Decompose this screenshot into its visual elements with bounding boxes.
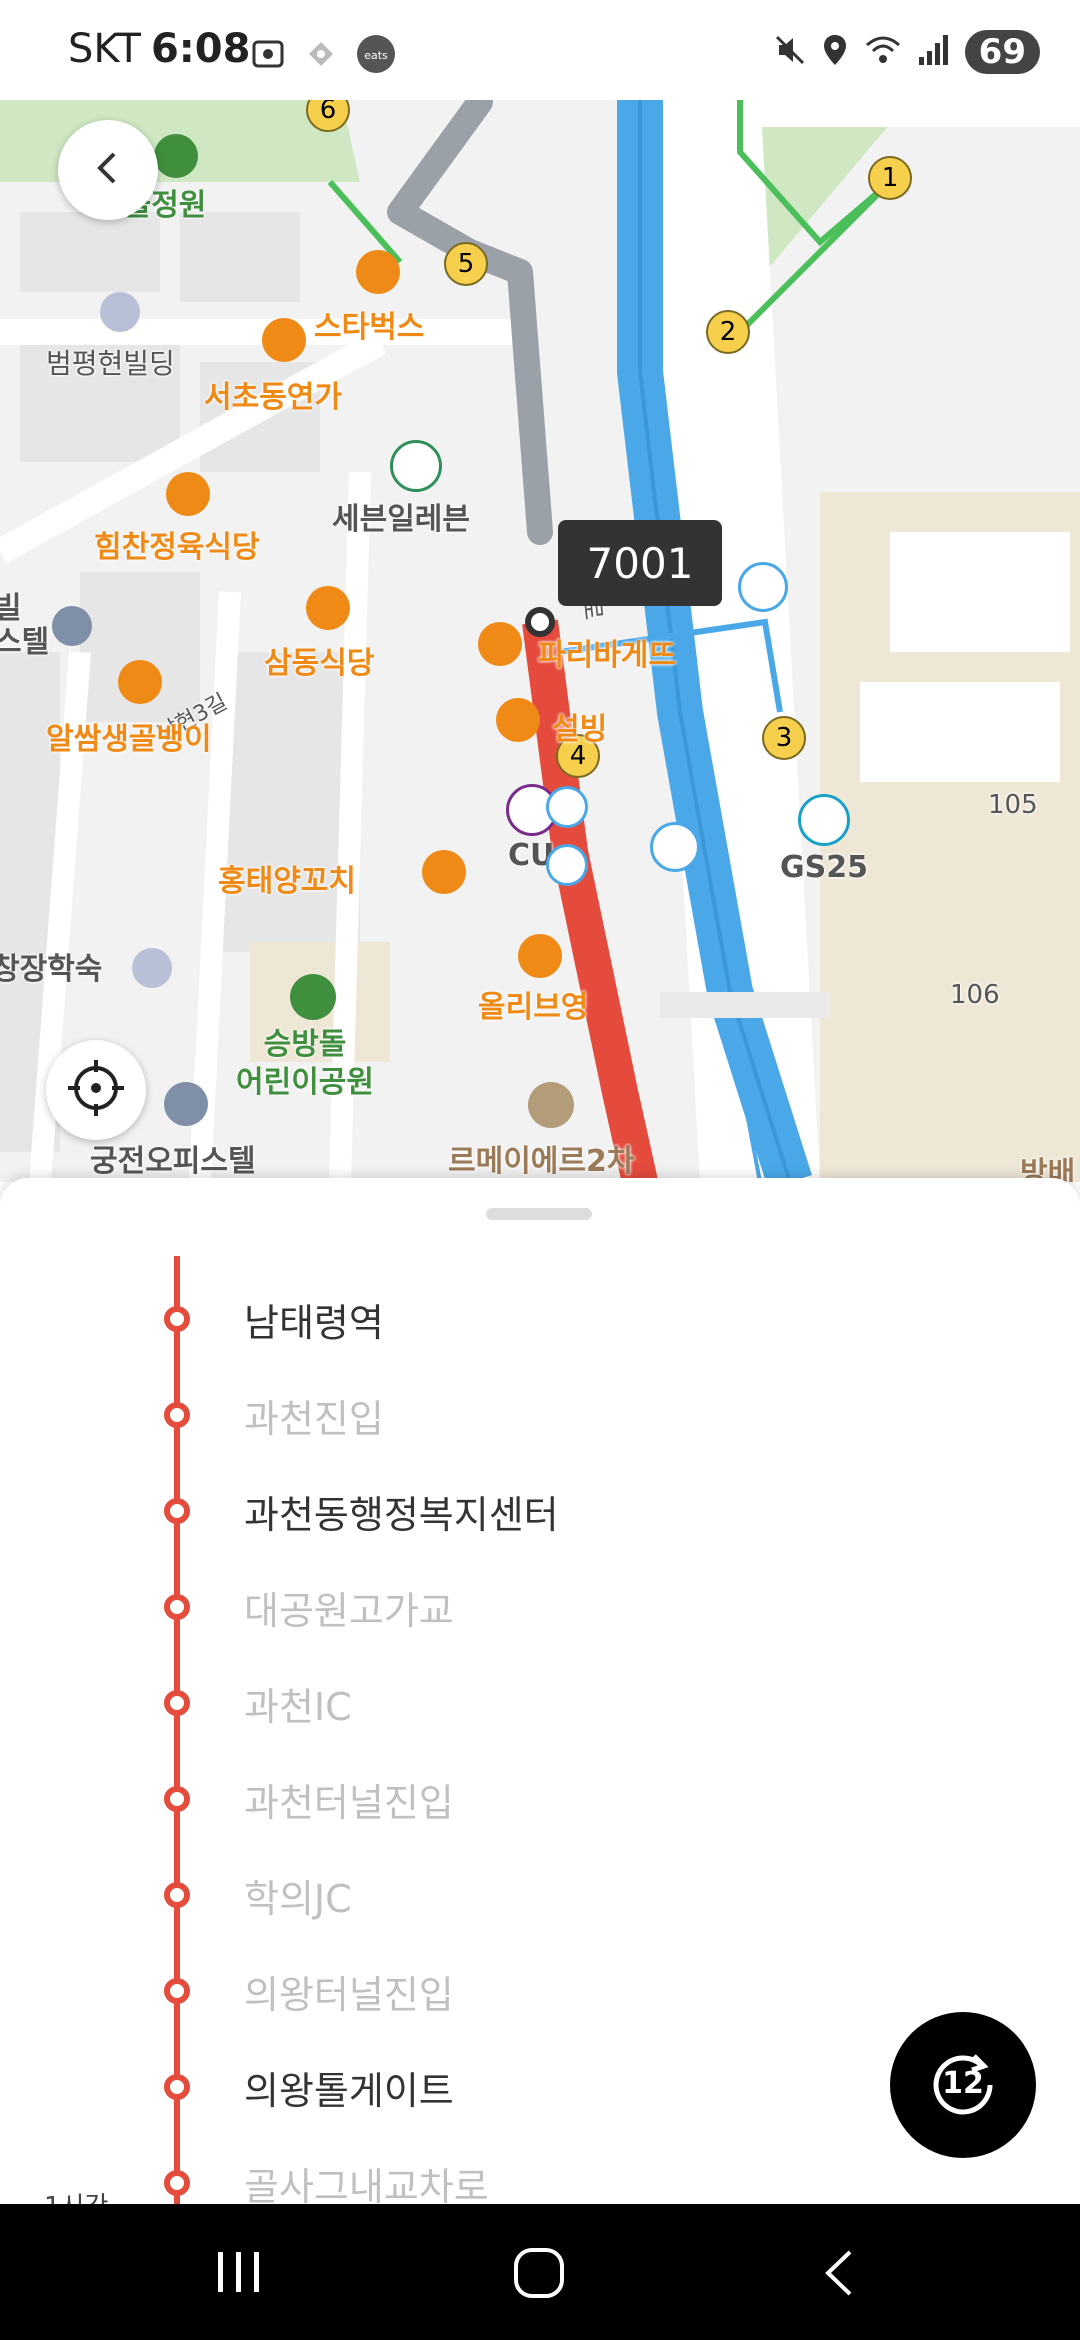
bus-stop-icon[interactable]: [650, 822, 700, 872]
poi-seocho-yeonga[interactable]: 서초동연가: [204, 372, 342, 416]
building-icon: [528, 1082, 574, 1128]
carrier: SKT: [68, 26, 141, 72]
signal-icon: [917, 33, 951, 71]
stop-name: 학의JC: [244, 1877, 352, 1921]
bus-stop-row[interactable]: 과천동행정복지센터: [0, 1470, 1080, 1566]
stop-name: 대공원고가교: [244, 1589, 454, 1633]
restaurant-icon: [118, 660, 162, 704]
stop-dot-icon: [164, 1498, 190, 1524]
chevron-left-icon: [88, 148, 128, 192]
poi-lemeier[interactable]: 르메이에르2차: [448, 1136, 634, 1180]
recent-apps-icon[interactable]: [214, 2248, 264, 2300]
restaurant-icon: [422, 850, 466, 894]
bus-stop-row[interactable]: 남태령역: [0, 1278, 1080, 1374]
svg-text:eats: eats: [364, 49, 388, 62]
poi-gs25[interactable]: GS25: [780, 850, 868, 885]
system-nav-bar: [0, 2204, 1080, 2340]
poi-sulbing[interactable]: 설빙: [552, 704, 607, 748]
bus-stop-icon[interactable]: [738, 562, 788, 612]
poi-starbucks[interactable]: 스타벅스: [314, 302, 424, 346]
stop-dot-icon: [164, 1690, 190, 1716]
refresh-icon: 12: [918, 2040, 1008, 2130]
building-icon: [164, 1082, 208, 1126]
building-icon: [100, 292, 140, 332]
bus-stop-row[interactable]: 과천IC: [0, 1662, 1080, 1758]
mute-icon: [773, 33, 807, 71]
poi-changjang-haksuk[interactable]: 창장학숙: [0, 944, 102, 988]
tree-icon: [154, 134, 198, 178]
coupang-eats-icon: eats: [356, 34, 396, 78]
poi-paris-baguette[interactable]: 파리바게뜨: [538, 630, 676, 674]
restaurant-icon: [306, 586, 350, 630]
shopping-icon: [518, 934, 562, 978]
stop-dot-icon: [164, 1786, 190, 1812]
waypoint-marker: 1: [868, 156, 912, 200]
clock: 6:08: [150, 26, 251, 72]
location-icon: [821, 33, 849, 71]
bus-stop-row[interactable]: 대공원고가교: [0, 1566, 1080, 1662]
bus-stop-row[interactable]: 과천진입: [0, 1374, 1080, 1470]
poi-hongtaeyang[interactable]: 홍태양꼬치: [218, 856, 356, 900]
stop-name: 과천진입: [244, 1397, 384, 1441]
poi-bumpyeong-building[interactable]: 범평현빌딩: [46, 342, 175, 382]
stop-name: 과천동행정복지센터: [244, 1493, 559, 1537]
screenshot-icon: [250, 36, 286, 76]
route-number-label[interactable]: 7001: [558, 520, 722, 606]
cafe-icon: [356, 250, 400, 294]
bus-stop-icon[interactable]: [546, 844, 588, 886]
poi-samdong-restaurant[interactable]: 삼동식당: [264, 638, 374, 682]
building-105: 105: [988, 790, 1038, 820]
place-icon: [132, 948, 172, 988]
poi-seungbangdol-park[interactable]: 승방돌 어린이공원: [236, 1026, 374, 1102]
restaurant-icon: [262, 318, 306, 362]
stop-name: 과천터널진입: [244, 1781, 454, 1825]
bus-stop-row[interactable]: 과천터널진입: [0, 1758, 1080, 1854]
waypoint-marker: 3: [762, 716, 806, 760]
poi-gungjeon-officetel[interactable]: 궁전오피스텔: [90, 1136, 256, 1180]
battery-level: 69: [964, 30, 1040, 74]
stop-name: 의왕터널진입: [244, 1973, 454, 2017]
stop-name: 의왕톨게이트: [244, 2069, 454, 2113]
waypoint-marker: 5: [444, 242, 488, 286]
stop-name: 과천IC: [244, 1685, 352, 1729]
stop-dot-icon: [164, 2170, 190, 2196]
wifi-icon: [863, 33, 903, 71]
stop-name: 남태령역: [244, 1301, 384, 1345]
poi-olive-young[interactable]: 올리브영: [478, 982, 588, 1026]
park-icon: [290, 974, 336, 1020]
refresh-countdown: 12: [942, 2066, 984, 2101]
back-button[interactable]: [58, 120, 158, 220]
back-nav-icon[interactable]: [820, 2248, 860, 2302]
refresh-button[interactable]: 12: [890, 2012, 1036, 2158]
stop-dot-icon: [164, 1306, 190, 1332]
crosshair-icon: [66, 1058, 126, 1122]
stop-dot-icon: [164, 1402, 190, 1428]
building-106: 106: [950, 980, 1000, 1010]
bakery-icon: [478, 622, 522, 666]
convenience-store-icon: [390, 440, 442, 492]
gs25-store-icon: [798, 794, 850, 846]
stop-dot-icon: [164, 1594, 190, 1620]
dessert-icon: [496, 698, 540, 742]
location-service-icon: [306, 39, 336, 73]
stop-dot-icon: [164, 1978, 190, 2004]
current-location-button[interactable]: [46, 1040, 146, 1140]
stop-dot-icon: [164, 2074, 190, 2100]
bus-stop-row[interactable]: 학의JC: [0, 1854, 1080, 1950]
building-icon: [52, 606, 92, 646]
map-view[interactable]: 6 5 1 2 3 4 예술정원 스타벅스 범평현빌딩 서초동연가 세븐일레븐 …: [0, 92, 1080, 1182]
bus-stop-icon[interactable]: [546, 786, 588, 828]
restaurant-icon: [166, 472, 210, 516]
status-bar: SKT 6:08 eats 69: [0, 0, 1080, 100]
poi-bangbae: 방배: [1020, 1156, 1076, 1182]
stop-name: 골사그내교차로: [244, 2165, 489, 2209]
poi-partial-building: 빌 스텔: [0, 591, 50, 660]
home-icon[interactable]: [512, 2246, 566, 2304]
poi-alssam-golbaengi[interactable]: 알쌈생골뱅이: [46, 714, 212, 758]
sheet-drag-handle[interactable]: [486, 1208, 592, 1220]
stop-dot-icon: [164, 1882, 190, 1908]
waypoint-marker: 2: [706, 310, 750, 354]
poi-seven-eleven[interactable]: 세븐일레븐: [332, 494, 470, 538]
poi-himchan-butcher[interactable]: 힘찬정육식당: [94, 522, 260, 566]
